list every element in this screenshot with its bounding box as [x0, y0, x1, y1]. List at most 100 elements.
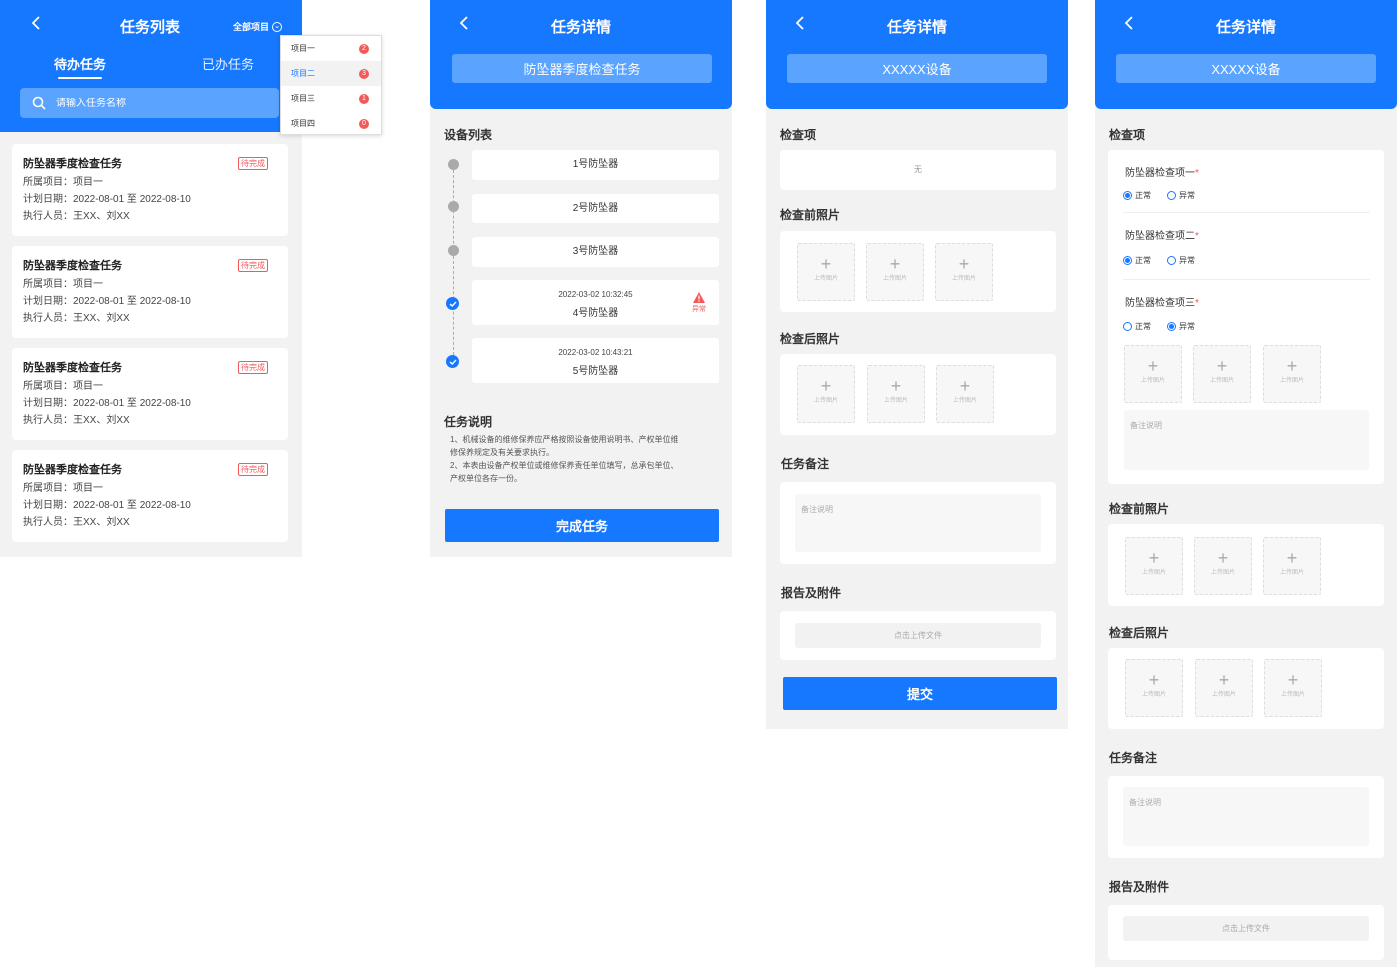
- plus-icon: +: [1287, 670, 1299, 690]
- count-badge: 1: [359, 93, 369, 104]
- plus-icon: +: [959, 376, 971, 396]
- upload-image-button[interactable]: + 上传图片: [866, 243, 924, 301]
- upload-label: 上传图片: [813, 276, 838, 282]
- upload-image-button[interactable]: + 上传图片: [1264, 659, 1322, 717]
- upload-file-button[interactable]: 点击上传文件: [795, 623, 1041, 648]
- upload-image-button[interactable]: + 上传图片: [1263, 345, 1321, 403]
- submit-button[interactable]: 提交: [783, 677, 1057, 710]
- task-list-screen: 任务列表 全部项目 ⌄ 待办任务 已办任务 项目一 2 项目二 3 项目三 1 项目四…: [0, 0, 382, 557]
- tab-todo[interactable]: 待办任务: [54, 54, 106, 79]
- device-item[interactable]: 3号防坠器: [472, 237, 719, 267]
- task-people: 执行人员：王XX、刘XX: [23, 211, 130, 222]
- upload-image-button[interactable]: + 上传图片: [1263, 537, 1321, 595]
- chevron-down-icon: ⌄: [272, 21, 283, 32]
- radio-normal[interactable]: 正常: [1123, 321, 1151, 332]
- radio-selected-icon: [1167, 322, 1176, 331]
- timeline-line: [453, 170, 454, 360]
- report-label: 报告及附件: [1109, 880, 1170, 894]
- task-note-label: 任务备注: [781, 457, 830, 471]
- task-card[interactable]: 防坠器季度检查任务 待完成 所属项目：项目一 计划日期：2022-08-01 至…: [12, 144, 288, 236]
- device-name: 4号防坠器: [572, 308, 619, 319]
- warning-icon: [693, 292, 705, 303]
- check-item-radio-group: 正常 异常: [1123, 255, 1195, 266]
- pending-dot-icon: [448, 245, 459, 256]
- check-items-label: 检查项: [1109, 128, 1146, 142]
- dropdown-item-project-2[interactable]: 项目二 3: [281, 61, 381, 86]
- upload-image-button[interactable]: + 上传图片: [867, 365, 925, 423]
- page-title: 任务详情: [1215, 19, 1276, 36]
- note-textarea[interactable]: 备注说明: [795, 494, 1041, 552]
- check-icon: [446, 355, 459, 368]
- task-card[interactable]: 防坠器季度检查任务 待完成 所属项目：项目一 计划日期：2022-08-01 至…: [12, 450, 288, 542]
- device-time: 2022-03-02 10:43:21: [558, 348, 633, 357]
- upload-image-button[interactable]: + 上传图片: [935, 243, 993, 301]
- upload-image-button[interactable]: + 上传图片: [1125, 659, 1183, 717]
- radio-normal[interactable]: 正常: [1123, 255, 1151, 266]
- note-textarea[interactable]: 备注说明: [1124, 410, 1369, 470]
- radio-abnormal[interactable]: 异常: [1167, 255, 1195, 266]
- page-title: 任务详情: [550, 19, 611, 36]
- after-photos-label: 检查后照片: [1109, 626, 1170, 640]
- before-photos-label: 检查前照片: [1109, 502, 1170, 516]
- all-projects-label: 全部项目: [233, 22, 270, 32]
- upload-image-button[interactable]: + 上传图片: [1195, 659, 1253, 717]
- upload-label: 上传图片: [1279, 378, 1304, 384]
- task-note-box: 备注说明: [1108, 776, 1384, 858]
- dropdown-item-label: 项目三: [291, 94, 315, 103]
- after-photos-box: + 上传图片 + 上传图片 + 上传图片: [1108, 648, 1384, 729]
- dropdown-item-project-1[interactable]: 项目一 2: [281, 36, 381, 61]
- task-detail-screen: 任务详情 防坠器季度检查任务 设备列表 1号防坠器 2号防坠器 3号防坠器 20…: [430, 0, 732, 557]
- upload-image-button[interactable]: + 上传图片: [797, 365, 855, 423]
- dropdown-item-project-3[interactable]: 项目三 1: [281, 86, 381, 111]
- device-name-banner: XXXXX设备: [787, 54, 1047, 83]
- plus-icon: +: [820, 254, 832, 274]
- device-name-banner: XXXXX设备: [1116, 54, 1376, 83]
- plus-icon: +: [1148, 670, 1160, 690]
- upload-image-button[interactable]: + 上传图片: [1124, 345, 1182, 403]
- upload-label: 上传图片: [1141, 692, 1166, 698]
- radio-empty-icon: [1167, 256, 1176, 265]
- task-card[interactable]: 防坠器季度检查任务 待完成 所属项目：项目一 计划日期：2022-08-01 至…: [12, 348, 288, 440]
- device-item[interactable]: 1号防坠器: [472, 150, 719, 180]
- task-dates: 计划日期：2022-08-01 至 2022-08-10: [23, 296, 191, 307]
- check-items-box: 无: [780, 150, 1056, 190]
- upload-image-button[interactable]: + 上传图片: [936, 365, 994, 423]
- radio-empty-icon: [1167, 191, 1176, 200]
- upload-image-button[interactable]: + 上传图片: [1194, 537, 1252, 595]
- check-item-label: 防坠器检查项二*: [1125, 231, 1199, 242]
- search-input[interactable]: [56, 97, 256, 109]
- upload-label: 上传图片: [882, 276, 907, 282]
- radio-normal[interactable]: 正常: [1123, 190, 1151, 201]
- note-textarea[interactable]: 备注说明: [1123, 787, 1369, 846]
- report-box: 点击上传文件: [780, 611, 1056, 660]
- task-dates: 计划日期：2022-08-01 至 2022-08-10: [23, 194, 191, 205]
- radio-abnormal[interactable]: 异常: [1167, 190, 1195, 201]
- device-item[interactable]: 2022-03-02 10:43:21 5号防坠器: [472, 338, 719, 383]
- upload-file-button[interactable]: 点击上传文件: [1123, 916, 1369, 941]
- upload-image-button[interactable]: + 上传图片: [797, 243, 855, 301]
- desc-line: 产权单位各存一份。: [450, 474, 522, 483]
- device-item[interactable]: 2022-03-02 10:32:45 4号防坠器 异常: [472, 280, 719, 325]
- abnormal-flag: 异常: [691, 292, 707, 314]
- task-name-banner: 防坠器季度检查任务: [452, 54, 712, 83]
- check-item-radio-group: 正常 异常: [1123, 321, 1195, 332]
- plus-icon: +: [1286, 356, 1298, 376]
- device-item[interactable]: 2号防坠器: [472, 194, 719, 223]
- upload-label: 上传图片: [1279, 570, 1304, 576]
- task-card[interactable]: 防坠器季度检查任务 待完成 所属项目：项目一 计划日期：2022-08-01 至…: [12, 246, 288, 338]
- radio-abnormal[interactable]: 异常: [1167, 321, 1195, 332]
- count-badge: 0: [359, 118, 369, 129]
- upload-image-button[interactable]: + 上传图片: [1193, 345, 1251, 403]
- none-text: 无: [914, 165, 922, 174]
- upload-image-button[interactable]: + 上传图片: [1125, 537, 1183, 595]
- dropdown-item-project-4[interactable]: 项目四 0: [281, 111, 381, 136]
- abnormal-label: 异常: [692, 306, 706, 313]
- complete-task-button[interactable]: 完成任务: [445, 509, 719, 542]
- list-header: 任务列表 全部项目 ⌄ 待办任务 已办任务: [0, 0, 302, 132]
- tab-done[interactable]: 已办任务: [202, 54, 254, 73]
- all-projects-filter[interactable]: 全部项目 ⌄: [233, 20, 283, 33]
- check-icon: [446, 297, 459, 310]
- plus-icon: +: [1148, 548, 1160, 568]
- report-label: 报告及附件: [781, 586, 842, 600]
- device-check-screen: 任务详情 XXXXX设备 检查项 防坠器检查项一* 正常 异常 防坠器检查项二*…: [1095, 0, 1397, 967]
